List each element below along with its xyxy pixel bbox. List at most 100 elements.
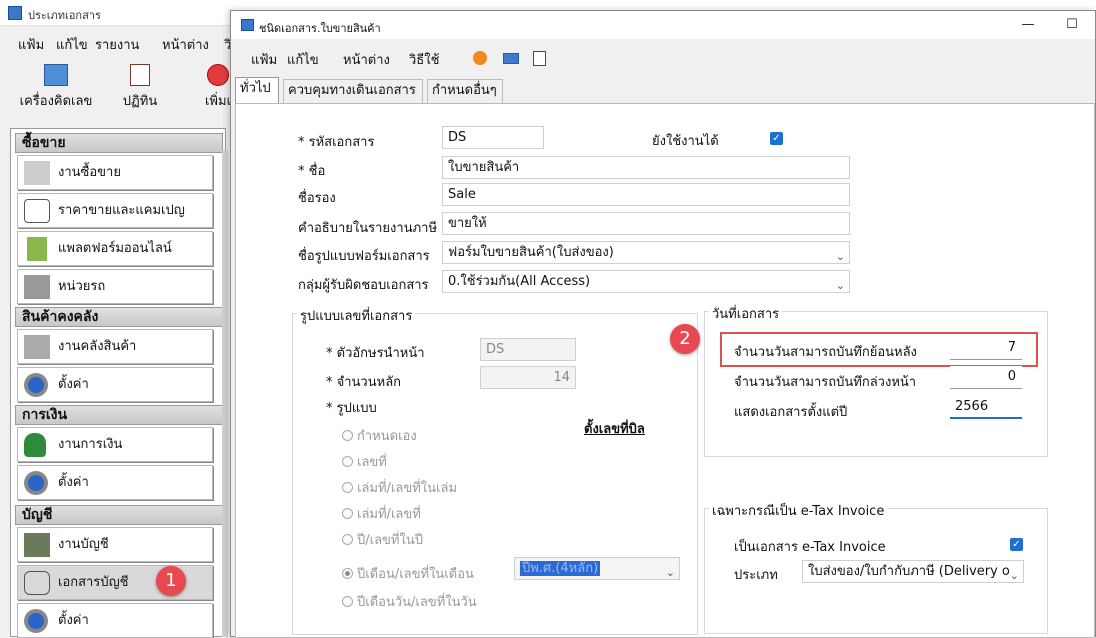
radio-circle	[342, 568, 353, 579]
truck-icon	[24, 275, 50, 299]
gear-icon	[24, 471, 48, 495]
show-since-year-input[interactable]: 2566	[950, 396, 1022, 419]
code-label: * รหัสเอกสาร	[298, 135, 375, 150]
refresh-icon[interactable]	[473, 51, 487, 65]
gear-icon	[24, 609, 48, 633]
digits-label: * จำนวนหลัก	[326, 375, 402, 390]
name-label: * ชื่อ	[298, 164, 326, 179]
radio-label: เล่มที่/เลขที่ในเล่ม	[357, 481, 458, 496]
sidebar-item-label: งานซื้อขาย	[58, 165, 121, 180]
calendar-button[interactable]: ปฏิทิน	[110, 58, 170, 114]
sidebar-item-trade-work[interactable]: งานซื้อขาย	[17, 155, 213, 190]
sidebar-item-finance-work[interactable]: งานการเงิน	[17, 427, 213, 462]
money-bag-icon	[24, 433, 46, 457]
chevron-down-icon: ⌄	[835, 250, 845, 263]
warehouse-icon	[24, 335, 50, 359]
sidebar-section-finance[interactable]: การเงิน	[15, 405, 223, 425]
etax-enabled-checkbox[interactable]: ✓	[1010, 538, 1023, 551]
backdate-days-input[interactable]: 7	[950, 337, 1022, 360]
etax-type-label: ประเภท	[734, 568, 778, 583]
calendar-icon	[130, 64, 150, 86]
sidebar-item-label: งานคลังสินค้า	[58, 339, 137, 354]
shopify-icon	[27, 237, 47, 261]
forward-days-label: จำนวนวันสามารถบันทึกล่วงหน้า	[734, 375, 917, 390]
calculator-button[interactable]: เครื่องคิดเลข	[16, 58, 96, 114]
general-tab-page: * รหัสเอกสาร DS ยังใช้งานได้ ✓ * ชื่อ ใบ…	[235, 103, 1095, 638]
owner-group-select[interactable]: 0.ใช้ร่วมกัน(All Access) ⌄	[442, 270, 850, 293]
sidebar-item-label: หน่วยรถ	[58, 279, 106, 294]
etax-type-select[interactable]: ใบส่งของ/ใบกำกับภาษี (Delivery o ⌄	[802, 560, 1024, 583]
dialog-menu-file[interactable]: แฟ้ม	[251, 49, 277, 70]
tab-other-settings[interactable]: กำหนดอื่นๆ	[427, 79, 503, 103]
calculator-label: เครื่องคิดเลข	[19, 94, 93, 109]
dialog-title-bar: ชนิดเอกสาร.ใบขายสินค้า — ☐	[231, 11, 1095, 39]
year-format-select[interactable]: ปีพ.ศ.(4หลัก) ⌄	[514, 557, 680, 580]
sidebar-item-label: ตั้งค่า	[58, 377, 89, 392]
sidebar-item-accounting-work[interactable]: งานบัญชี	[17, 527, 213, 562]
radio-number[interactable]: เลขที่	[342, 451, 387, 472]
radio-yearmonthday-number[interactable]: ปีเดือนวัน/เลขที่ในวัน	[342, 591, 477, 612]
sidebar-item-price-campaign[interactable]: ราคาขายและแคมเปญ	[17, 193, 213, 228]
app-icon	[8, 6, 22, 20]
documents-icon	[24, 571, 50, 595]
bg-menu-file[interactable]: แฟ้ม	[18, 34, 44, 55]
dialog-menu-help[interactable]: วิธีใช้	[409, 49, 439, 70]
sidebar-scrollbar[interactable]	[222, 150, 228, 637]
calendar-icon[interactable]	[533, 51, 546, 66]
digits-input[interactable]: 14	[480, 366, 576, 389]
form-name-select[interactable]: ฟอร์มใบขายสินค้า(ใบส่งของ) ⌄	[442, 241, 850, 264]
maximize-button[interactable]: ☐	[1061, 15, 1083, 35]
prefix-input[interactable]: DS	[480, 338, 576, 361]
bg-toolbar: เครื่องคิดเลข ปฏิทิน เพิ่มเ	[0, 58, 240, 118]
radio-year-number[interactable]: ปี/เลขที่ในปี	[342, 529, 423, 550]
code-input[interactable]: DS	[442, 126, 544, 149]
forward-days-input[interactable]: 0	[950, 366, 1022, 389]
sidebar-item-accounting-settings[interactable]: ตั้งค่า	[17, 603, 213, 638]
sidebar-item-inventory-settings[interactable]: ตั้งค่า	[17, 367, 213, 402]
sidebar-section-accounting[interactable]: บัญชี	[15, 505, 223, 525]
document-type-dialog: ชนิดเอกสาร.ใบขายสินค้า — ☐ แฟ้ม แก้ไข หน…	[230, 10, 1096, 638]
form-name-label: ชื่อรูปแบบฟอร์มเอกสาร	[298, 249, 430, 264]
radio-yearmonth-number[interactable]: ปีเดือน/เลขที่ในเดือน	[342, 563, 474, 584]
radio-circle	[342, 482, 353, 493]
format-label: * รูปแบบ	[326, 401, 377, 416]
backdate-days-label: จำนวนวันสามารถบันทึกย้อนหลัง	[734, 345, 917, 360]
sidebar-item-finance-settings[interactable]: ตั้งค่า	[17, 465, 213, 500]
dialog-menu-window[interactable]: หน้าต่าง	[343, 49, 390, 70]
radio-custom[interactable]: กำหนดเอง	[342, 425, 417, 446]
chevron-down-icon: ⌄	[665, 566, 675, 579]
form-name-value: ฟอร์มใบขายสินค้า(ใบส่งของ)	[448, 245, 614, 260]
sidebar-item-vehicle-unit[interactable]: หน่วยรถ	[17, 269, 213, 304]
set-bill-number-link[interactable]: ตั้งเลขที่บิล	[584, 418, 645, 439]
add-icon	[207, 64, 229, 86]
etax-group-title: เฉพาะกรณีเป็น e-Tax Invoice	[709, 500, 888, 521]
radio-book-number-in-book[interactable]: เล่มที่/เลขที่ในเล่ม	[342, 477, 457, 498]
prefix-label: * ตัวอักษรนำหน้า	[326, 346, 425, 361]
bg-menu-edit[interactable]: แก้ไข	[56, 34, 88, 55]
alias-input[interactable]: Sale	[442, 183, 850, 206]
bg-menu-bar: แฟ้ม แก้ไข รายงาน หน้าต่าง วิ	[0, 26, 240, 58]
radio-circle	[342, 430, 353, 441]
sidebar-item-label: ตั้งค่า	[58, 475, 89, 490]
owner-group-value: 0.ใช้ร่วมกัน(All Access)	[448, 274, 591, 289]
etax-type-value: ใบส่งของ/ใบกำกับภาษี (Delivery o	[808, 564, 1010, 579]
tab-general[interactable]: ทั่วไป	[235, 77, 279, 104]
sidebar-item-label: เอกสารบัญชี	[58, 575, 129, 590]
sidebar-item-online-platform[interactable]: แพลตฟอร์มออนไลน์	[17, 231, 213, 266]
bg-window-title: ประเภทเอกสาร	[28, 9, 101, 22]
active-checkbox[interactable]: ✓	[770, 132, 783, 145]
dialog-menu-edit[interactable]: แก้ไข	[287, 49, 319, 70]
radio-book-number[interactable]: เล่มที่/เลขที่	[342, 503, 421, 524]
bg-menu-report[interactable]: รายงาน	[95, 34, 139, 55]
sidebar-item-label: แพลตฟอร์มออนไลน์	[58, 241, 172, 256]
tax-desc-input[interactable]: ขายให้	[442, 212, 850, 235]
name-input[interactable]: ใบขายสินค้า	[442, 156, 850, 179]
bg-menu-window[interactable]: หน้าต่าง	[162, 34, 209, 55]
tab-document-flow[interactable]: ควบคุมทางเดินเอกสาร	[283, 79, 423, 103]
radio-circle	[342, 508, 353, 519]
sidebar-section-inventory[interactable]: สินค้าคงคลัง	[15, 307, 223, 327]
minimize-button[interactable]: —	[1017, 15, 1039, 35]
sidebar-section-trade[interactable]: ซื้อขาย	[15, 133, 223, 153]
calculator-icon[interactable]	[503, 53, 519, 64]
sidebar-item-warehouse-work[interactable]: งานคลังสินค้า	[17, 329, 213, 364]
